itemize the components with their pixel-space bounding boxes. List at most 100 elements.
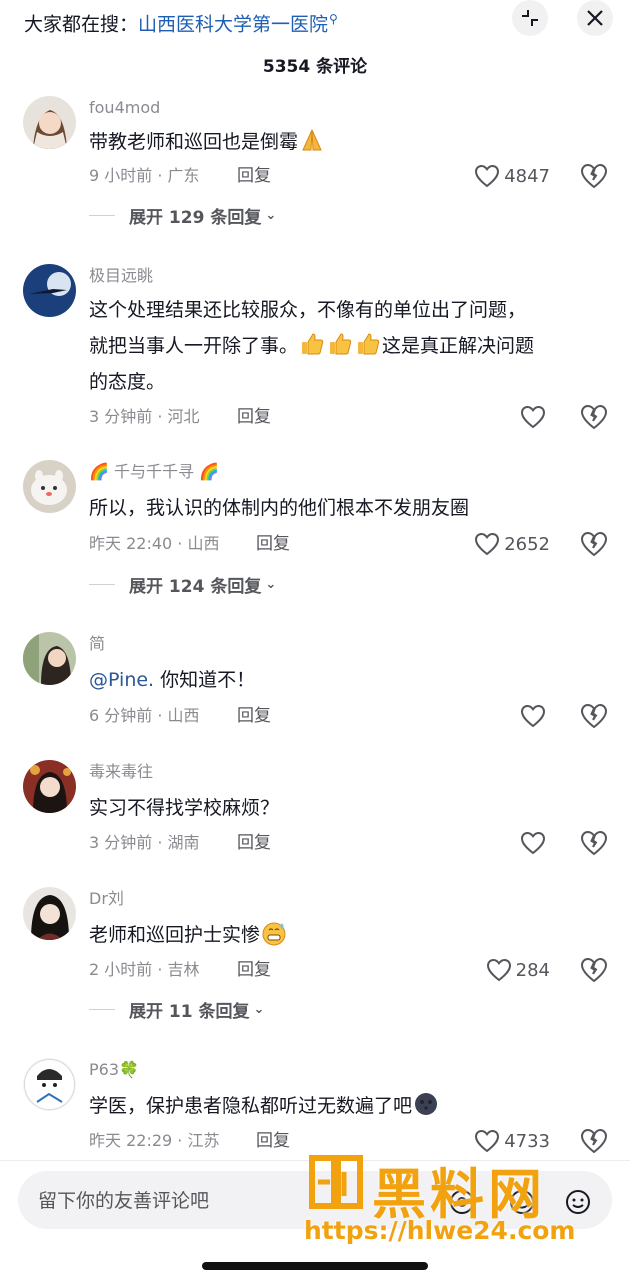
reply-button[interactable]: 回复 [256, 1127, 290, 1155]
grimace-sweat-emoji-icon [261, 920, 287, 946]
avatar[interactable] [23, 632, 76, 685]
rainbow-emoji-icon: 🌈 [194, 462, 220, 481]
thumbs-up-emoji-icon [327, 331, 353, 357]
broken-heart-icon[interactable] [580, 530, 608, 558]
comment-line-tail: 这是真正解决问题 [382, 335, 535, 357]
comment-text: 老师和巡回护士实惨 [89, 917, 609, 953]
close-icon [587, 10, 603, 26]
home-indicator[interactable] [202, 1262, 428, 1270]
comment-meta: 2 小时前 · 吉林 [89, 956, 200, 984]
username[interactable]: 🌈 千与千千寻 🌈 [89, 460, 219, 484]
username[interactable]: 毒来毒往 [89, 760, 153, 784]
avatar[interactable] [23, 760, 76, 813]
divider [89, 214, 115, 216]
reply-button[interactable]: 回复 [256, 530, 290, 558]
thumbs-up-emoji-icon [355, 331, 381, 357]
like-button[interactable] [520, 702, 550, 730]
mention-link[interactable]: @Pine. [89, 669, 154, 691]
chevron-down-icon: ⌄ [253, 1001, 265, 1017]
comment-text: @Pine. 你知道不！ [89, 662, 609, 698]
new-moon-face-emoji-icon [413, 1091, 439, 1117]
like-button[interactable]: 4847 [474, 162, 550, 190]
reply-button[interactable]: 回复 [237, 702, 271, 730]
comment-text: 所以，我认识的体制内的他们根本不发朋友圈 [89, 490, 609, 526]
divider [89, 1008, 115, 1010]
search-prefix: 大家都在搜： [24, 13, 139, 36]
time-location: 2 小时前 · 吉林 [89, 960, 200, 979]
comment-text: 这个处理结果还比较服众，不像有的单位出了问题， 就把当事人一开除了事。 这是真正解… [89, 292, 609, 400]
expand-replies-button[interactable]: 展开 129 条回复 ⌄ [89, 202, 276, 228]
like-count: 4847 [504, 165, 550, 187]
like-button[interactable] [520, 403, 550, 431]
close-button[interactable] [577, 0, 613, 36]
avatar[interactable] [23, 96, 76, 149]
chevron-down-icon: ⌄ [265, 207, 277, 223]
divider [89, 583, 115, 585]
comment-text: 学医，保护患者隐私都听过无数遍了吧 [89, 1088, 609, 1124]
avatar[interactable] [23, 1058, 76, 1111]
heart-icon [520, 704, 546, 728]
search-icon: ⚲ [329, 12, 338, 26]
broken-heart-icon[interactable] [580, 162, 608, 190]
time-location: 3 分钟前 · 湖南 [89, 833, 200, 852]
comment-line: 的态度。 [89, 371, 166, 393]
heart-icon [520, 831, 546, 855]
expand-replies-button[interactable]: 展开 124 条回复 ⌄ [89, 571, 276, 597]
like-button[interactable]: 284 [486, 956, 550, 984]
broken-heart-icon[interactable] [580, 829, 608, 857]
time-location: 昨天 22:40 · 山西 [89, 534, 220, 553]
watermark-logo-icon [309, 1155, 363, 1209]
username[interactable]: fou4mod [89, 96, 160, 120]
like-count: 2652 [504, 533, 550, 555]
watermark: 黑料网 https://hlwe24.com [300, 1150, 620, 1260]
avatar[interactable] [23, 460, 76, 513]
reply-button[interactable]: 回复 [237, 162, 271, 190]
chevron-down-icon: ⌄ [265, 576, 277, 592]
expand-label: 展开 124 条回复 [129, 576, 262, 597]
heart-icon [486, 958, 511, 982]
heart-icon [475, 532, 500, 556]
username[interactable]: Dr刘 [89, 887, 124, 911]
expand-label: 展开 129 条回复 [129, 207, 262, 228]
avatar[interactable] [23, 887, 76, 940]
comment-meta: 昨天 22:29 · 江苏 [89, 1127, 219, 1155]
collapse-button[interactable] [512, 0, 548, 36]
search-suggestion[interactable]: 大家都在搜：山西医科大学第一医院⚲ [24, 6, 338, 36]
like-button[interactable] [520, 829, 550, 857]
username-text: 千与千千寻 [114, 462, 195, 481]
broken-heart-icon[interactable] [580, 403, 608, 431]
reply-button[interactable]: 回复 [237, 829, 271, 857]
comment-meta: 9 小时前 · 广东 [89, 162, 200, 190]
username[interactable]: 简 [89, 632, 105, 656]
time-location: 昨天 22:29 · 江苏 [89, 1131, 220, 1150]
comment-line: 实习不得找学校麻烦？ [89, 797, 280, 819]
like-count: 284 [515, 959, 550, 981]
search-term-link[interactable]: 山西医科大学第一医院 [138, 13, 328, 35]
rainbow-emoji-icon: 🌈 [89, 462, 115, 481]
comment-line: 学医，保护患者隐私都听过无数遍了吧 [89, 1095, 413, 1117]
thumbs-up-emoji-icon [299, 331, 325, 357]
pray-emoji-icon [299, 127, 325, 153]
clover-emoji-icon: 🍀 [119, 1060, 139, 1079]
like-count: 4733 [504, 1130, 550, 1152]
avatar[interactable] [23, 264, 76, 317]
comment-meta: 3 分钟前 · 河北 [89, 403, 200, 431]
watermark-url: https://hlwe24.com [304, 1216, 576, 1245]
heart-icon [520, 405, 546, 429]
username[interactable]: P63🍀 [89, 1058, 139, 1082]
time-location: 3 分钟前 · 河北 [89, 407, 200, 426]
broken-heart-icon[interactable] [580, 702, 608, 730]
comment-line: 所以，我认识的体制内的他们根本不发朋友圈 [89, 497, 470, 519]
heart-icon [475, 164, 500, 188]
expand-replies-button[interactable]: 展开 11 条回复 ⌄ [89, 996, 264, 1022]
time-location: 9 小时前 · 广东 [89, 166, 200, 185]
reply-button[interactable]: 回复 [237, 956, 271, 984]
comment-line: 这个处理结果还比较服众，不像有的单位出了问题， [89, 299, 527, 321]
reply-button[interactable]: 回复 [237, 403, 271, 431]
like-button[interactable]: 2652 [474, 530, 550, 558]
broken-heart-icon[interactable] [580, 956, 608, 984]
comment-line: 你知道不！ [154, 669, 256, 691]
comment-meta: 6 分钟前 · 山西 [89, 702, 200, 730]
comment-line: 带教老师和巡回也是倒霉 [89, 131, 299, 153]
username[interactable]: 极目远眺 [89, 264, 153, 288]
